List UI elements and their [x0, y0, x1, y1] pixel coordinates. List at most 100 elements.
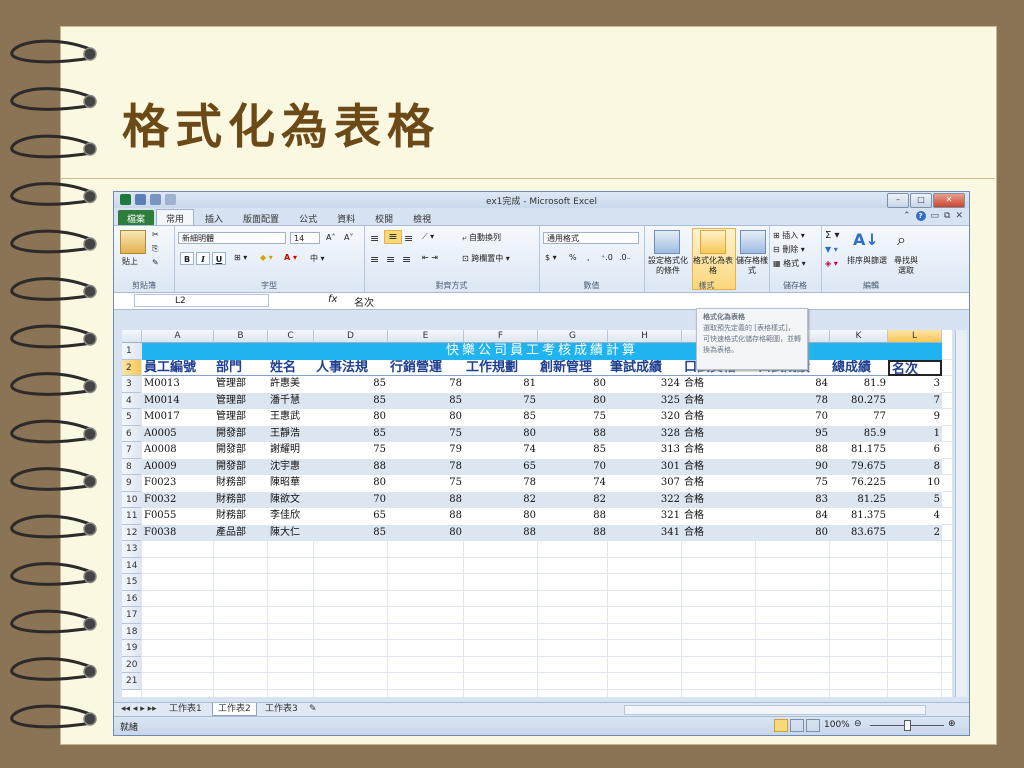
- table-cell[interactable]: 75: [388, 425, 464, 442]
- table-cell[interactable]: 80: [538, 392, 608, 409]
- table-cell[interactable]: 85.9: [830, 425, 888, 442]
- table-cell[interactable]: 82: [464, 491, 538, 508]
- ribbon-collapse-icon[interactable]: ⌃: [903, 211, 911, 221]
- row-header-21[interactable]: 21: [122, 673, 142, 690]
- conditional-formatting-button[interactable]: 設定格式化的條件: [646, 256, 690, 276]
- table-cell[interactable]: 313: [608, 442, 682, 459]
- table-header-cell[interactable]: 名次: [888, 359, 942, 376]
- table-cell[interactable]: 80: [464, 508, 538, 525]
- insert-cells-button[interactable]: ⊞ 插入 ▾: [773, 230, 805, 241]
- table-cell[interactable]: 8: [888, 458, 942, 475]
- cut-icon[interactable]: ✂: [152, 230, 159, 239]
- vertical-scrollbar[interactable]: [955, 330, 967, 697]
- table-cell[interactable]: 78: [464, 475, 538, 492]
- align-right-icon[interactable]: ≡: [402, 253, 411, 266]
- page-break-view-icon[interactable]: [806, 719, 820, 732]
- table-cell[interactable]: 321: [608, 508, 682, 525]
- table-cell[interactable]: 74: [538, 475, 608, 492]
- insert-sheet-icon[interactable]: ✎: [304, 703, 322, 715]
- table-cell[interactable]: 合格: [682, 475, 756, 492]
- row-header-14[interactable]: 14: [122, 557, 142, 574]
- table-cell[interactable]: 10: [888, 475, 942, 492]
- table-cell[interactable]: 3: [888, 376, 942, 393]
- table-cell[interactable]: 77: [830, 409, 888, 426]
- table-cell[interactable]: A0005: [142, 425, 214, 442]
- align-center-icon[interactable]: ≡: [386, 253, 395, 266]
- font-size-select[interactable]: 14: [290, 232, 320, 244]
- window-minimize-icon[interactable]: ▭: [931, 211, 940, 221]
- table-cell[interactable]: 95: [756, 425, 830, 442]
- minimize-button[interactable]: –: [887, 193, 909, 208]
- table-cell[interactable]: 2: [888, 524, 942, 541]
- table-cell[interactable]: 80: [388, 409, 464, 426]
- row-header-2[interactable]: 2: [122, 359, 142, 376]
- zoom-slider-thumb[interactable]: [904, 720, 911, 731]
- align-bottom-icon[interactable]: ≡: [404, 232, 413, 245]
- column-header-c[interactable]: C: [268, 330, 314, 343]
- table-cell[interactable]: 陳欲文: [268, 491, 314, 508]
- format-painter-icon[interactable]: ✎: [152, 258, 159, 267]
- table-cell[interactable]: 開發部: [214, 442, 268, 459]
- table-cell[interactable]: 75: [756, 475, 830, 492]
- tab-file[interactable]: 檔案: [118, 210, 155, 225]
- font-color-icon[interactable]: A ▾: [284, 253, 297, 262]
- table-header-cell[interactable]: 行銷營運: [388, 359, 464, 376]
- table-cell[interactable]: 85: [538, 442, 608, 459]
- table-cell[interactable]: 開發部: [214, 425, 268, 442]
- table-cell[interactable]: 88: [538, 508, 608, 525]
- table-cell[interactable]: 88: [538, 425, 608, 442]
- row-header-16[interactable]: 16: [122, 590, 142, 607]
- row-header-9[interactable]: 9: [122, 475, 142, 492]
- number-format-select[interactable]: 通用格式: [543, 232, 639, 244]
- sheet-tab-2[interactable]: 工作表2: [212, 703, 257, 716]
- table-cell[interactable]: 341: [608, 524, 682, 541]
- clear-icon[interactable]: ◈ ▾: [825, 259, 838, 268]
- find-select-button[interactable]: 尋找與選取: [891, 256, 921, 276]
- table-cell[interactable]: 管理部: [214, 409, 268, 426]
- sheet-title-cell[interactable]: 快樂公司員工考核成績計算: [142, 343, 942, 360]
- table-cell[interactable]: 307: [608, 475, 682, 492]
- window-close-icon[interactable]: ✕: [955, 211, 963, 221]
- table-cell[interactable]: 80: [538, 376, 608, 393]
- table-cell[interactable]: 84: [756, 376, 830, 393]
- table-cell[interactable]: 78: [388, 376, 464, 393]
- zoom-out-icon[interactable]: ⊖: [854, 719, 862, 729]
- phonetic-icon[interactable]: 中 ▾: [310, 253, 325, 264]
- sheet-nav-icon[interactable]: ◂◂ ◂ ▸ ▸▸: [116, 703, 162, 715]
- table-cell[interactable]: 4: [888, 508, 942, 525]
- align-left-icon[interactable]: ≡: [370, 253, 379, 266]
- table-cell[interactable]: 財務部: [214, 475, 268, 492]
- table-cell[interactable]: 合格: [682, 458, 756, 475]
- table-cell[interactable]: 財務部: [214, 508, 268, 525]
- row-header-7[interactable]: 7: [122, 442, 142, 459]
- table-cell[interactable]: 9: [888, 409, 942, 426]
- row-header-15[interactable]: 15: [122, 574, 142, 591]
- table-cell[interactable]: 75: [464, 392, 538, 409]
- percent-button[interactable]: %: [569, 253, 577, 262]
- italic-button[interactable]: I: [196, 252, 210, 265]
- column-header-e[interactable]: E: [388, 330, 464, 343]
- decimal-decrease-icon[interactable]: .0₋: [619, 253, 631, 262]
- table-cell[interactable]: 合格: [682, 425, 756, 442]
- table-cell[interactable]: 王惠武: [268, 409, 314, 426]
- column-header-h[interactable]: H: [608, 330, 682, 343]
- paste-button[interactable]: 貼上: [122, 256, 138, 267]
- table-header-cell[interactable]: 總成績: [830, 359, 888, 376]
- sheet-tab-1[interactable]: 工作表1: [164, 703, 207, 715]
- column-header-b[interactable]: B: [214, 330, 268, 343]
- table-cell[interactable]: 1: [888, 425, 942, 442]
- table-cell[interactable]: 88: [538, 524, 608, 541]
- table-cell[interactable]: 開發部: [214, 458, 268, 475]
- table-cell[interactable]: 81.375: [830, 508, 888, 525]
- table-cell[interactable]: 78: [388, 458, 464, 475]
- table-cell[interactable]: A0008: [142, 442, 214, 459]
- tab-data[interactable]: 資料: [328, 210, 364, 225]
- tab-view[interactable]: 檢視: [404, 210, 440, 225]
- table-cell[interactable]: 合格: [682, 524, 756, 541]
- formula-input[interactable]: 名次: [354, 294, 374, 309]
- bold-button[interactable]: B: [180, 252, 194, 265]
- indent-icon[interactable]: ⇤ ⇥: [422, 253, 438, 262]
- table-cell[interactable]: 70: [756, 409, 830, 426]
- worksheet-grid[interactable]: ABCDEFGHIJKL1234567891011121314151617181…: [122, 330, 952, 697]
- maximize-button[interactable]: □: [910, 193, 932, 208]
